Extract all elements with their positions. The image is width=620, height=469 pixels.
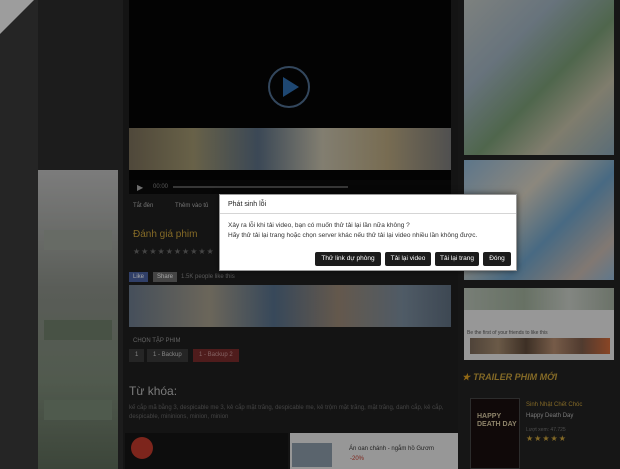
page: ▶ 00:00 Tắt đèn Thêm vào tủ Đánh giá phi…	[0, 0, 620, 469]
dialog-message: Xảy ra lỗi khi tải video, bạn có muốn th…	[228, 222, 410, 229]
reload-page-button[interactable]: Tải lại trang	[435, 252, 479, 266]
close-button[interactable]: Đóng	[483, 252, 511, 266]
reload-video-button[interactable]: Tải lại video	[385, 252, 431, 266]
dialog-title: Phát sinh lỗi	[228, 201, 267, 208]
try-backup-link-button[interactable]: Thử link dự phòng	[315, 252, 381, 266]
dialog-divider	[220, 213, 516, 214]
error-dialog: Phát sinh lỗi Xảy ra lỗi khi tải video, …	[219, 194, 517, 271]
dialog-message: Hãy thử tải lại trang hoặc chọn server k…	[228, 232, 478, 239]
